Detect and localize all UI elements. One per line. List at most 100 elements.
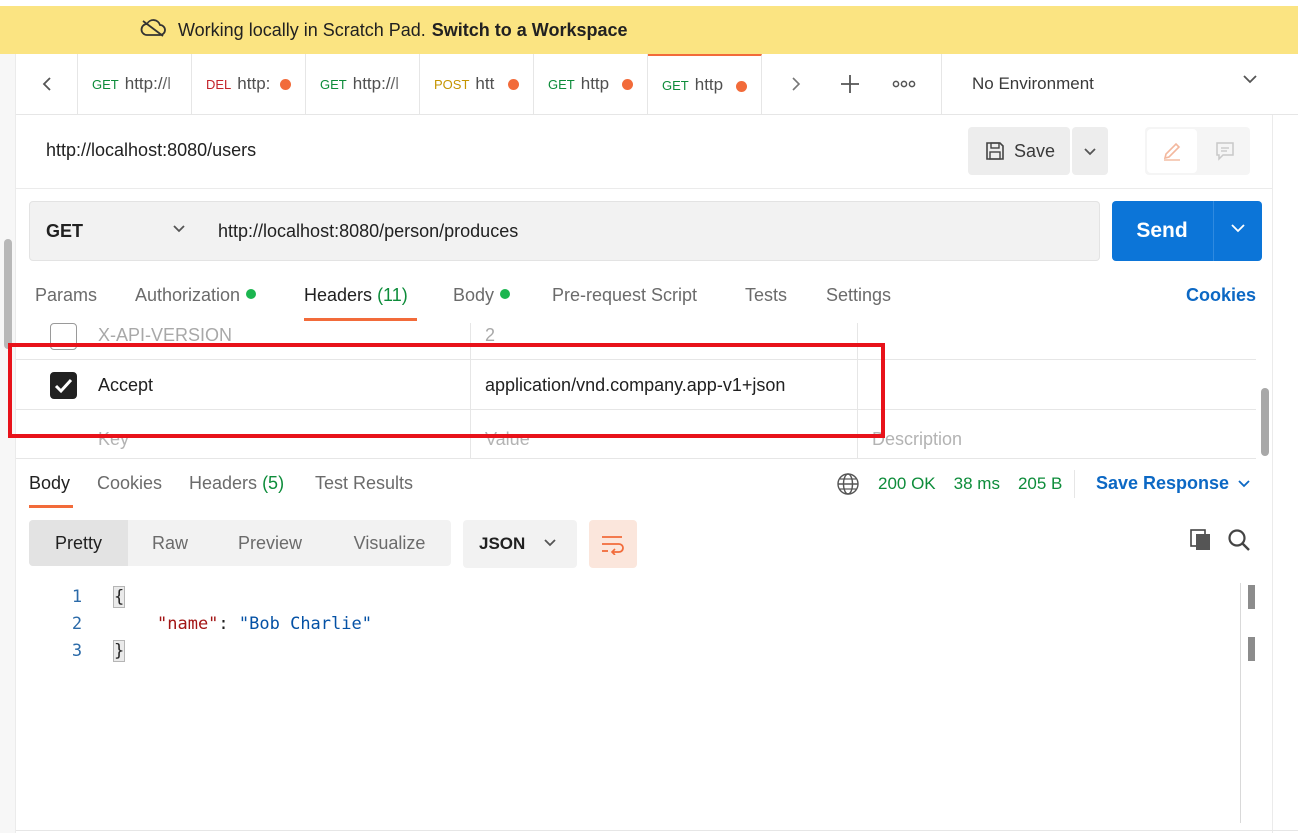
json-key: "name": [157, 614, 219, 634]
send-button[interactable]: Send: [1112, 201, 1212, 261]
response-headers-count: (5): [262, 473, 285, 493]
environment-select[interactable]: No Environment: [941, 54, 1298, 114]
wrap-lines-button[interactable]: [589, 520, 637, 568]
tab-options-button[interactable]: [882, 54, 926, 114]
unsaved-dot-icon: [508, 79, 519, 90]
request-tab-5[interactable]: GET http: [534, 54, 648, 114]
response-size[interactable]: 205 B: [1018, 474, 1062, 494]
tab-headers-label: Headers: [304, 285, 373, 305]
tab-scroll-left-button[interactable]: [16, 54, 78, 114]
response-tab-headers[interactable]: Headers (5): [189, 473, 284, 494]
tab-tests[interactable]: Tests: [745, 285, 787, 306]
open-brace: {: [112, 586, 126, 608]
save-options-button[interactable]: [1072, 127, 1108, 175]
status-dot-icon: [500, 289, 511, 299]
tab-headers[interactable]: Headers (11): [304, 285, 408, 306]
unsaved-dot-icon: [622, 79, 633, 90]
response-tab-test-results[interactable]: Test Results: [315, 473, 413, 494]
tab-label: http: [694, 75, 724, 94]
copy-icon[interactable]: [1188, 527, 1214, 556]
line-number: 1: [71, 587, 83, 607]
method-label: GET: [46, 220, 84, 241]
view-mode-segmented: Pretty Raw Preview Visualize: [29, 520, 451, 566]
tab-prerequest-script[interactable]: Pre-request Script: [552, 285, 697, 306]
code-line: {: [112, 586, 126, 608]
description-placeholder: Description: [872, 428, 963, 449]
globe-icon[interactable]: [836, 472, 860, 496]
tab-authorization[interactable]: Authorization: [135, 285, 257, 306]
save-button[interactable]: Save: [968, 127, 1070, 175]
sidebar-scrollbar[interactable]: [4, 239, 12, 349]
code-gutter-line: [1240, 583, 1241, 823]
view-mode-preview[interactable]: Preview: [212, 520, 328, 566]
chevron-down-icon: [544, 539, 556, 547]
tab-method: GET: [662, 77, 689, 93]
tab-body[interactable]: Body: [453, 285, 511, 306]
tab-label: http: [580, 74, 610, 93]
view-mode-visualize[interactable]: Visualize: [328, 520, 451, 566]
scroll-marker: [1248, 637, 1255, 661]
request-tab-4[interactable]: POST htt: [420, 54, 534, 114]
response-headers-label: Headers: [189, 473, 258, 493]
view-mode-pretty[interactable]: Pretty: [29, 520, 128, 566]
view-mode-raw[interactable]: Raw: [128, 520, 212, 566]
format-select[interactable]: JSON: [463, 520, 577, 568]
response-status-bar: 200 OK 38 ms 205 B: [836, 470, 1076, 498]
request-tab-2[interactable]: DEL http:: [192, 54, 306, 114]
method-select[interactable]: GET: [29, 201, 203, 261]
close-brace: }: [112, 640, 126, 662]
tab-params[interactable]: Params: [35, 285, 97, 306]
search-icon[interactable]: [1226, 527, 1252, 556]
request-title[interactable]: http://localhost:8080/users: [46, 140, 256, 161]
new-header-description-input[interactable]: Description: [858, 410, 1256, 458]
environment-label: No Environment: [972, 74, 1094, 93]
scroll-marker: [1248, 585, 1255, 609]
response-tab-cookies[interactable]: Cookies: [97, 473, 162, 494]
status-dot-icon: [246, 289, 257, 299]
cloud-off-icon: [140, 18, 178, 42]
status-code[interactable]: 200 OK: [878, 474, 936, 494]
active-tab-indicator: [304, 318, 417, 321]
annotation-highlight-box: [8, 343, 885, 438]
request-tab-6-active[interactable]: GET http: [648, 54, 762, 114]
tab-method: GET: [548, 76, 575, 92]
code-line: "name": "Bob Charlie": [157, 614, 372, 634]
request-tab-1[interactable]: GET http://l: [78, 54, 192, 114]
code-line: }: [112, 640, 126, 662]
save-response-label: Save Response: [1096, 473, 1230, 493]
new-tab-button[interactable]: [828, 54, 872, 114]
header-description-cell[interactable]: [858, 360, 1256, 410]
more-horizontal-icon: [892, 80, 916, 88]
response-time[interactable]: 38 ms: [954, 474, 1000, 494]
switch-workspace-link[interactable]: Switch to a Workspace: [432, 20, 628, 41]
tab-scroll-right-button[interactable]: [774, 54, 818, 114]
save-label: Save: [1014, 140, 1056, 161]
chevron-right-icon: [792, 77, 801, 91]
headers-scrollbar[interactable]: [1258, 323, 1272, 459]
url-input[interactable]: http://localhost:8080/person/produces: [202, 201, 1100, 261]
request-tab-3[interactable]: GET http://l: [306, 54, 420, 114]
cookies-link[interactable]: Cookies: [1186, 285, 1256, 306]
chevron-down-icon: [1238, 480, 1250, 488]
divider: [16, 830, 1298, 831]
active-tab-indicator: [29, 505, 73, 508]
save-response-button[interactable]: Save Response: [1096, 473, 1251, 494]
json-value: "Bob Charlie": [238, 614, 372, 634]
pencil-icon: [1163, 142, 1181, 161]
sidebar-collapsed-strip: [0, 54, 16, 833]
chevron-down-icon: [1243, 75, 1257, 84]
tab-method: GET: [92, 76, 119, 92]
headers-count: (11): [377, 285, 408, 305]
response-tab-body[interactable]: Body: [29, 473, 70, 494]
comment-icon: [1216, 142, 1234, 161]
chevron-left-icon: [42, 77, 51, 91]
chevron-down-icon[interactable]: [1230, 223, 1246, 233]
response-body-editor[interactable]: 1 2 3 { "name": "Bob Charlie" }: [16, 580, 1241, 830]
context-toolbar: [1145, 127, 1250, 175]
edit-button[interactable]: [1147, 129, 1197, 173]
comments-button[interactable]: [1203, 129, 1247, 173]
unsaved-dot-icon: [280, 79, 291, 90]
tab-settings[interactable]: Settings: [826, 285, 891, 306]
chevron-down-icon: [173, 225, 185, 233]
header-description-cell[interactable]: [858, 323, 1256, 360]
